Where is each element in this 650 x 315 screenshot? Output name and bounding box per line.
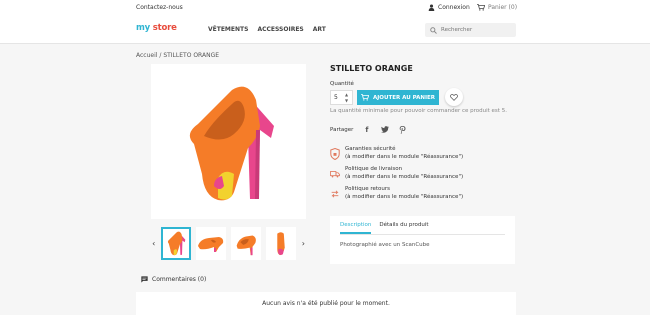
- thumbnail-1[interactable]: [161, 226, 192, 260]
- user-icon: [428, 4, 435, 11]
- minimum-quantity-note: La quantité minimale pour pouvoir comman…: [330, 108, 507, 114]
- quantity-spin: ▲ ▼: [345, 92, 348, 104]
- product-title: STILLETO ORANGE: [330, 64, 413, 73]
- search-icon: [430, 26, 437, 34]
- cart-icon: [361, 94, 369, 101]
- twitter-bird-glyph: [380, 126, 389, 133]
- shoe-thumbnail: [168, 231, 186, 256]
- reassurance-subtitle: (à modifier dans le module "Réassurance"…: [345, 193, 464, 200]
- heart-icon: [450, 93, 458, 101]
- login-link[interactable]: Connexion: [428, 4, 470, 11]
- top-bar: Contactez-nous Connexion Panier (0): [0, 0, 650, 17]
- reassurance-title: Politique retours: [345, 186, 390, 192]
- return-arrows-icon: [331, 190, 339, 198]
- search-box: [425, 23, 516, 37]
- comments-panel: Aucun avis n'a été publié pour le moment…: [136, 292, 516, 315]
- tab-product-details[interactable]: Détails du produit: [379, 222, 428, 234]
- thumbnail-strip: ‹ ›: [151, 224, 306, 262]
- cart-label: Panier (0): [488, 4, 518, 11]
- quantity-input[interactable]: [331, 94, 345, 101]
- tab-list: Description Détails du produit: [340, 222, 429, 234]
- chevron-right-icon[interactable]: ›: [301, 239, 306, 248]
- logo-my-text: my: [136, 23, 150, 33]
- tab-content: Photographié avec un ScanCube: [340, 242, 430, 248]
- cart-icon: [477, 4, 485, 11]
- thumbnail-4[interactable]: [266, 226, 296, 260]
- main-nav: VÊTEMENTS ACCESSOIRES ART: [208, 26, 326, 33]
- login-label: Connexion: [438, 4, 470, 11]
- breadcrumb-current: STILLETO ORANGE: [163, 52, 220, 59]
- thumbnail-3[interactable]: [231, 226, 262, 260]
- add-to-cart-label: AJOUTER AU PANIER: [373, 94, 435, 101]
- breadcrumb-separator: /: [159, 52, 162, 59]
- pinterest-glyph: [400, 125, 406, 134]
- product-tabs-panel: Description Détails du produit Photograp…: [330, 216, 515, 264]
- cart-link[interactable]: Panier (0): [477, 4, 517, 11]
- reassurance-item: Politique de livraison (à modifier dans …: [330, 166, 520, 181]
- reassurance-subtitle: (à modifier dans le module "Réassurance"…: [345, 173, 464, 180]
- breadcrumb: Accueil / STILLETO ORANGE: [136, 52, 219, 59]
- search-input[interactable]: [441, 27, 511, 33]
- quantity-stepper: ▲ ▼: [330, 90, 353, 105]
- comments-header: Commentaires (0): [141, 276, 206, 283]
- nav-item-accessoires[interactable]: ACCESSOIRES: [257, 26, 303, 33]
- logo-store-text: store: [152, 23, 177, 33]
- delivery-truck-icon: [330, 171, 340, 178]
- reassurance-block: Garanties sécurité (à modifier dans le m…: [330, 146, 520, 206]
- chevron-left-icon[interactable]: ‹: [151, 239, 156, 248]
- reassurance-item: Garanties sécurité (à modifier dans le m…: [330, 146, 520, 161]
- shoe-thumbnail: [198, 237, 224, 252]
- comments-empty-text: Aucun avis n'a été publié pour le moment…: [262, 300, 390, 307]
- wishlist-button[interactable]: [445, 88, 463, 106]
- add-to-cart-button[interactable]: AJOUTER AU PANIER: [357, 90, 439, 105]
- pinterest-icon[interactable]: [398, 125, 407, 134]
- product-main-image[interactable]: [151, 64, 306, 219]
- thumbnail-2[interactable]: [196, 226, 227, 260]
- nav-item-vetements[interactable]: VÊTEMENTS: [208, 26, 248, 33]
- chevron-down-icon[interactable]: ▼: [345, 98, 348, 104]
- facebook-icon[interactable]: f: [362, 125, 371, 134]
- header: my store VÊTEMENTS ACCESSOIRES ART: [0, 17, 650, 44]
- shoe-image: [189, 86, 274, 201]
- reassurance-text: Garanties sécurité (à modifier dans le m…: [345, 146, 463, 161]
- twitter-icon[interactable]: [380, 125, 389, 134]
- reassurance-text: Politique retours (à modifier dans le mo…: [345, 186, 463, 201]
- share-row: Partager f: [330, 125, 407, 134]
- quantity-label: Quantité: [330, 81, 354, 87]
- security-shield-icon: [330, 148, 340, 160]
- tab-description[interactable]: Description: [340, 222, 372, 234]
- reassurance-subtitle: (à modifier dans le module "Réassurance"…: [345, 153, 464, 160]
- comment-bubble-icon: [141, 276, 148, 283]
- reassurance-title: Politique de livraison: [345, 166, 403, 172]
- contact-link[interactable]: Contactez-nous: [136, 4, 183, 11]
- comments-title: Commentaires (0): [152, 276, 207, 283]
- reassurance-item: Politique retours (à modifier dans le mo…: [330, 186, 520, 201]
- shoe-thumbnail: [277, 232, 285, 256]
- store-logo[interactable]: my store: [136, 23, 177, 33]
- reassurance-text: Politique de livraison (à modifier dans …: [345, 166, 463, 181]
- breadcrumb-home[interactable]: Accueil: [136, 52, 157, 59]
- nav-item-art[interactable]: ART: [313, 26, 326, 33]
- share-label: Partager: [330, 126, 354, 133]
- tab-divider: [340, 234, 505, 235]
- reassurance-title: Garanties sécurité: [345, 146, 396, 152]
- shoe-thumbnail: [236, 235, 257, 256]
